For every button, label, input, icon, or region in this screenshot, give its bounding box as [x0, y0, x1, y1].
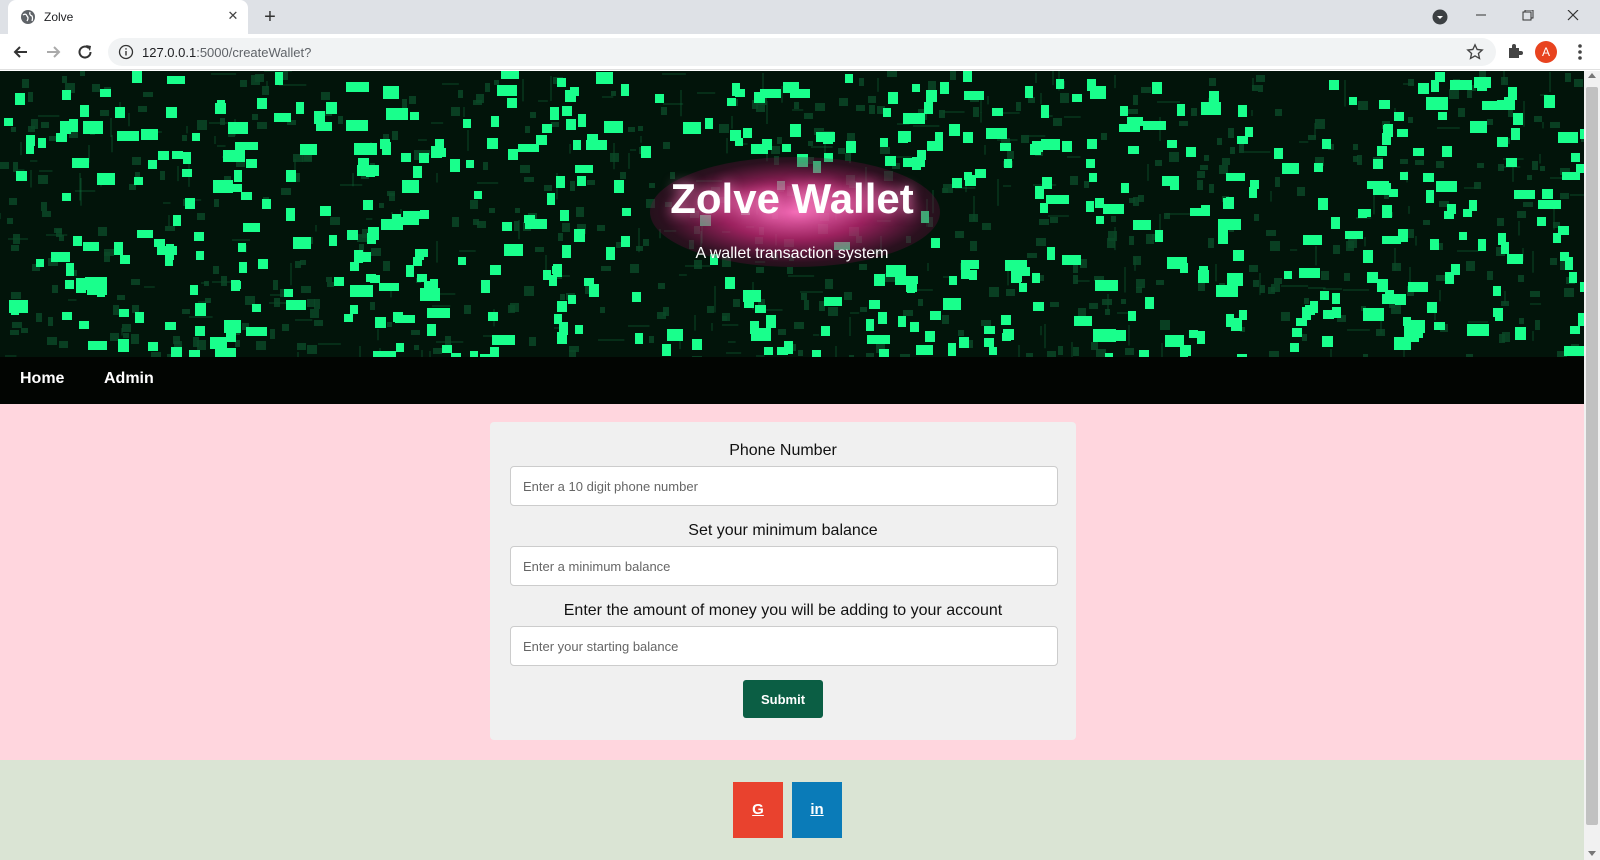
phone-number-label: Phone Number — [729, 442, 837, 459]
profile-avatar[interactable]: A — [1535, 41, 1557, 63]
back-arrow-icon[interactable] — [11, 42, 31, 62]
page-subtitle: A wallet transaction system — [695, 245, 889, 262]
main-navbar: Home Admin — [0, 357, 1584, 404]
starting-balance-input[interactable] — [510, 626, 1058, 666]
url-text: 127.0.0.1:5000/createWallet? — [142, 45, 312, 60]
browser-toolbar: 127.0.0.1:5000/createWallet? — [0, 34, 1600, 70]
scroll-down-arrow-icon[interactable] — [1588, 851, 1596, 856]
minimum-balance-label: Set your minimum balance — [688, 522, 878, 539]
tab-title: Zolve — [44, 10, 74, 24]
scroll-thumb[interactable] — [1586, 87, 1598, 825]
google-icon[interactable]: G — [733, 782, 783, 838]
forward-arrow-icon[interactable] — [43, 42, 63, 62]
browser-tab[interactable]: Zolve ✕ — [8, 0, 248, 34]
submit-button[interactable]: Submit — [743, 680, 823, 718]
close-tab-icon[interactable]: ✕ — [224, 7, 242, 25]
phone-number-input[interactable] — [510, 466, 1058, 506]
hero-banner: Zolve Wallet A wallet transaction system — [0, 71, 1584, 363]
create-wallet-form: Phone Number Set your minimum balance En… — [490, 422, 1076, 740]
more-menu-icon[interactable] — [1572, 42, 1588, 62]
main-content: Phone Number Set your minimum balance En… — [0, 404, 1584, 760]
nav-home-link[interactable]: Home — [20, 370, 64, 388]
info-icon[interactable] — [118, 44, 134, 60]
reload-icon[interactable] — [75, 42, 95, 62]
minimize-icon[interactable] — [1433, 0, 1479, 30]
globe-icon — [21, 10, 35, 24]
starting-balance-label: Enter the amount of money you will be ad… — [563, 602, 1003, 619]
minimum-balance-input[interactable] — [510, 546, 1058, 586]
page-title: Zolve Wallet — [670, 175, 914, 222]
browser-tab-bar: Zolve ✕ + — [0, 0, 1600, 34]
page-viewport: Zolve Wallet A wallet transaction system… — [0, 71, 1584, 860]
scroll-up-arrow-icon[interactable] — [1588, 73, 1596, 78]
address-bar[interactable]: 127.0.0.1:5000/createWallet? — [108, 38, 1496, 66]
window-controls — [1476, 10, 1579, 21]
bookmark-star-icon[interactable] — [1466, 43, 1484, 61]
page-footer: G in — [0, 760, 1584, 860]
extensions-puzzle-icon[interactable] — [1506, 42, 1524, 60]
nav-admin-link[interactable]: Admin — [104, 370, 154, 388]
linkedin-icon[interactable]: in — [792, 782, 842, 838]
new-tab-icon[interactable]: + — [258, 5, 282, 29]
page-scrollbar[interactable] — [1584, 71, 1600, 860]
